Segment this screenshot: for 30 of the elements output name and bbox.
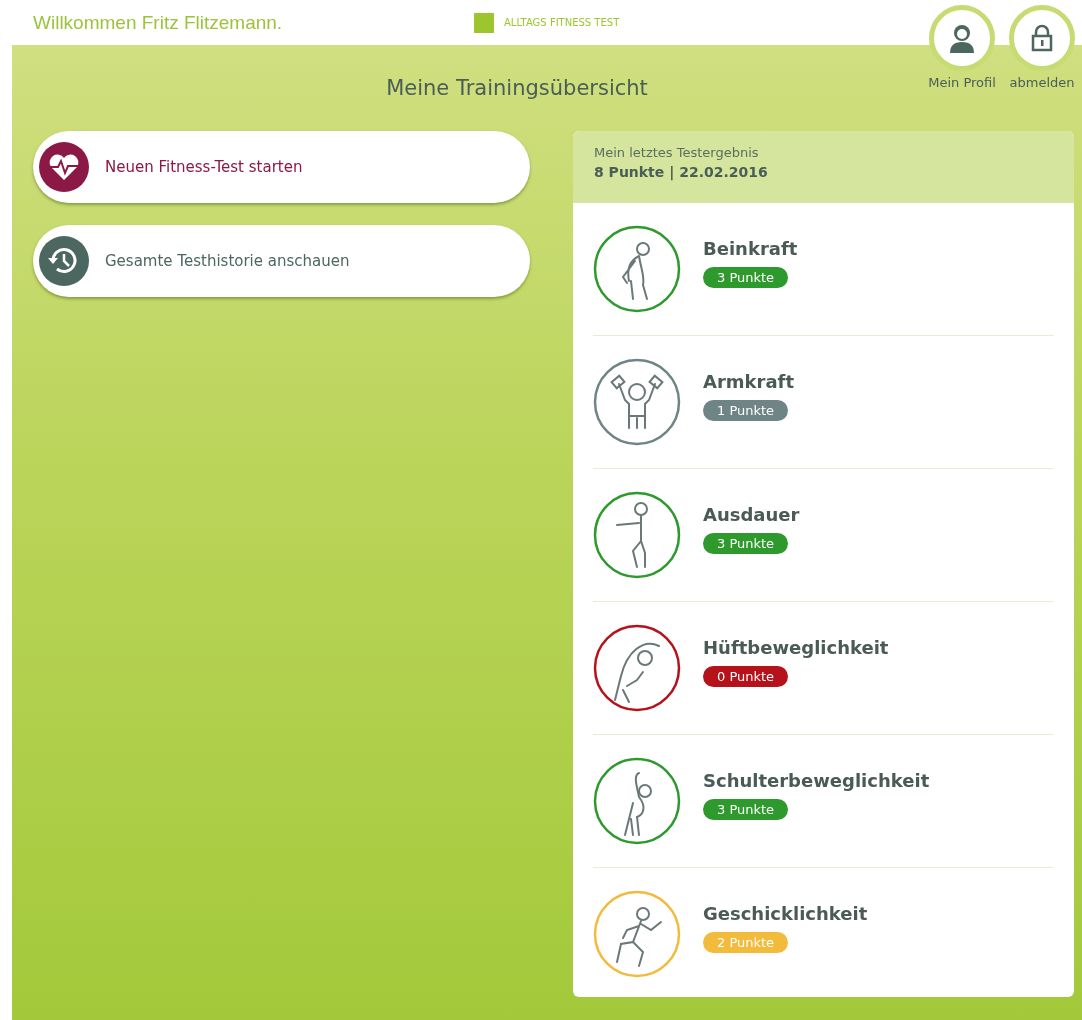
page-title: Meine Trainingsübersicht [386, 76, 648, 100]
points-badge: 0 Punkte [703, 666, 789, 687]
person-icon [948, 23, 976, 53]
category-name: Armkraft [703, 371, 794, 392]
result-label: Mein letztes Testergebnis [594, 145, 760, 160]
category-name: Geschicklichkeit [703, 903, 868, 924]
heartbeat-icon [39, 142, 89, 192]
points-badge: 2 Punkte [703, 932, 789, 953]
category-name: Hüftbeweglichkeit [703, 637, 889, 658]
history-icon [39, 236, 89, 286]
exercise-figure-icon [593, 624, 681, 712]
points-badge: 3 Punkte [703, 267, 789, 288]
welcome-text: Willkommen Fritz Flitzemann. [33, 11, 284, 34]
exercise-figure-icon [593, 890, 681, 978]
category-name: Ausdauer [703, 504, 800, 525]
points-badge: 3 Punkte [703, 533, 789, 554]
points-badge: 1 Punkte [703, 400, 789, 421]
brand-square-icon [474, 12, 494, 33]
category-name: Beinkraft [703, 238, 798, 259]
points-badge: 3 Punkte [703, 799, 789, 820]
brand-name: ALLTAGS FITNESS TEST [504, 17, 620, 28]
exercise-figure-icon [593, 358, 681, 446]
exercise-figure-icon [593, 225, 681, 313]
action-button[interactable]: Gesamte Testhistorie anschauen [33, 225, 530, 297]
result-summary: 8 Punkte | 22.02.2016 [594, 164, 769, 180]
action-button[interactable]: Neuen Fitness-Test starten [33, 131, 530, 203]
exercise-figure-icon [593, 491, 681, 579]
category-name: Schulterbeweglichkeit [703, 770, 930, 791]
lock-icon [1031, 24, 1053, 52]
exercise-figure-icon [593, 757, 681, 845]
